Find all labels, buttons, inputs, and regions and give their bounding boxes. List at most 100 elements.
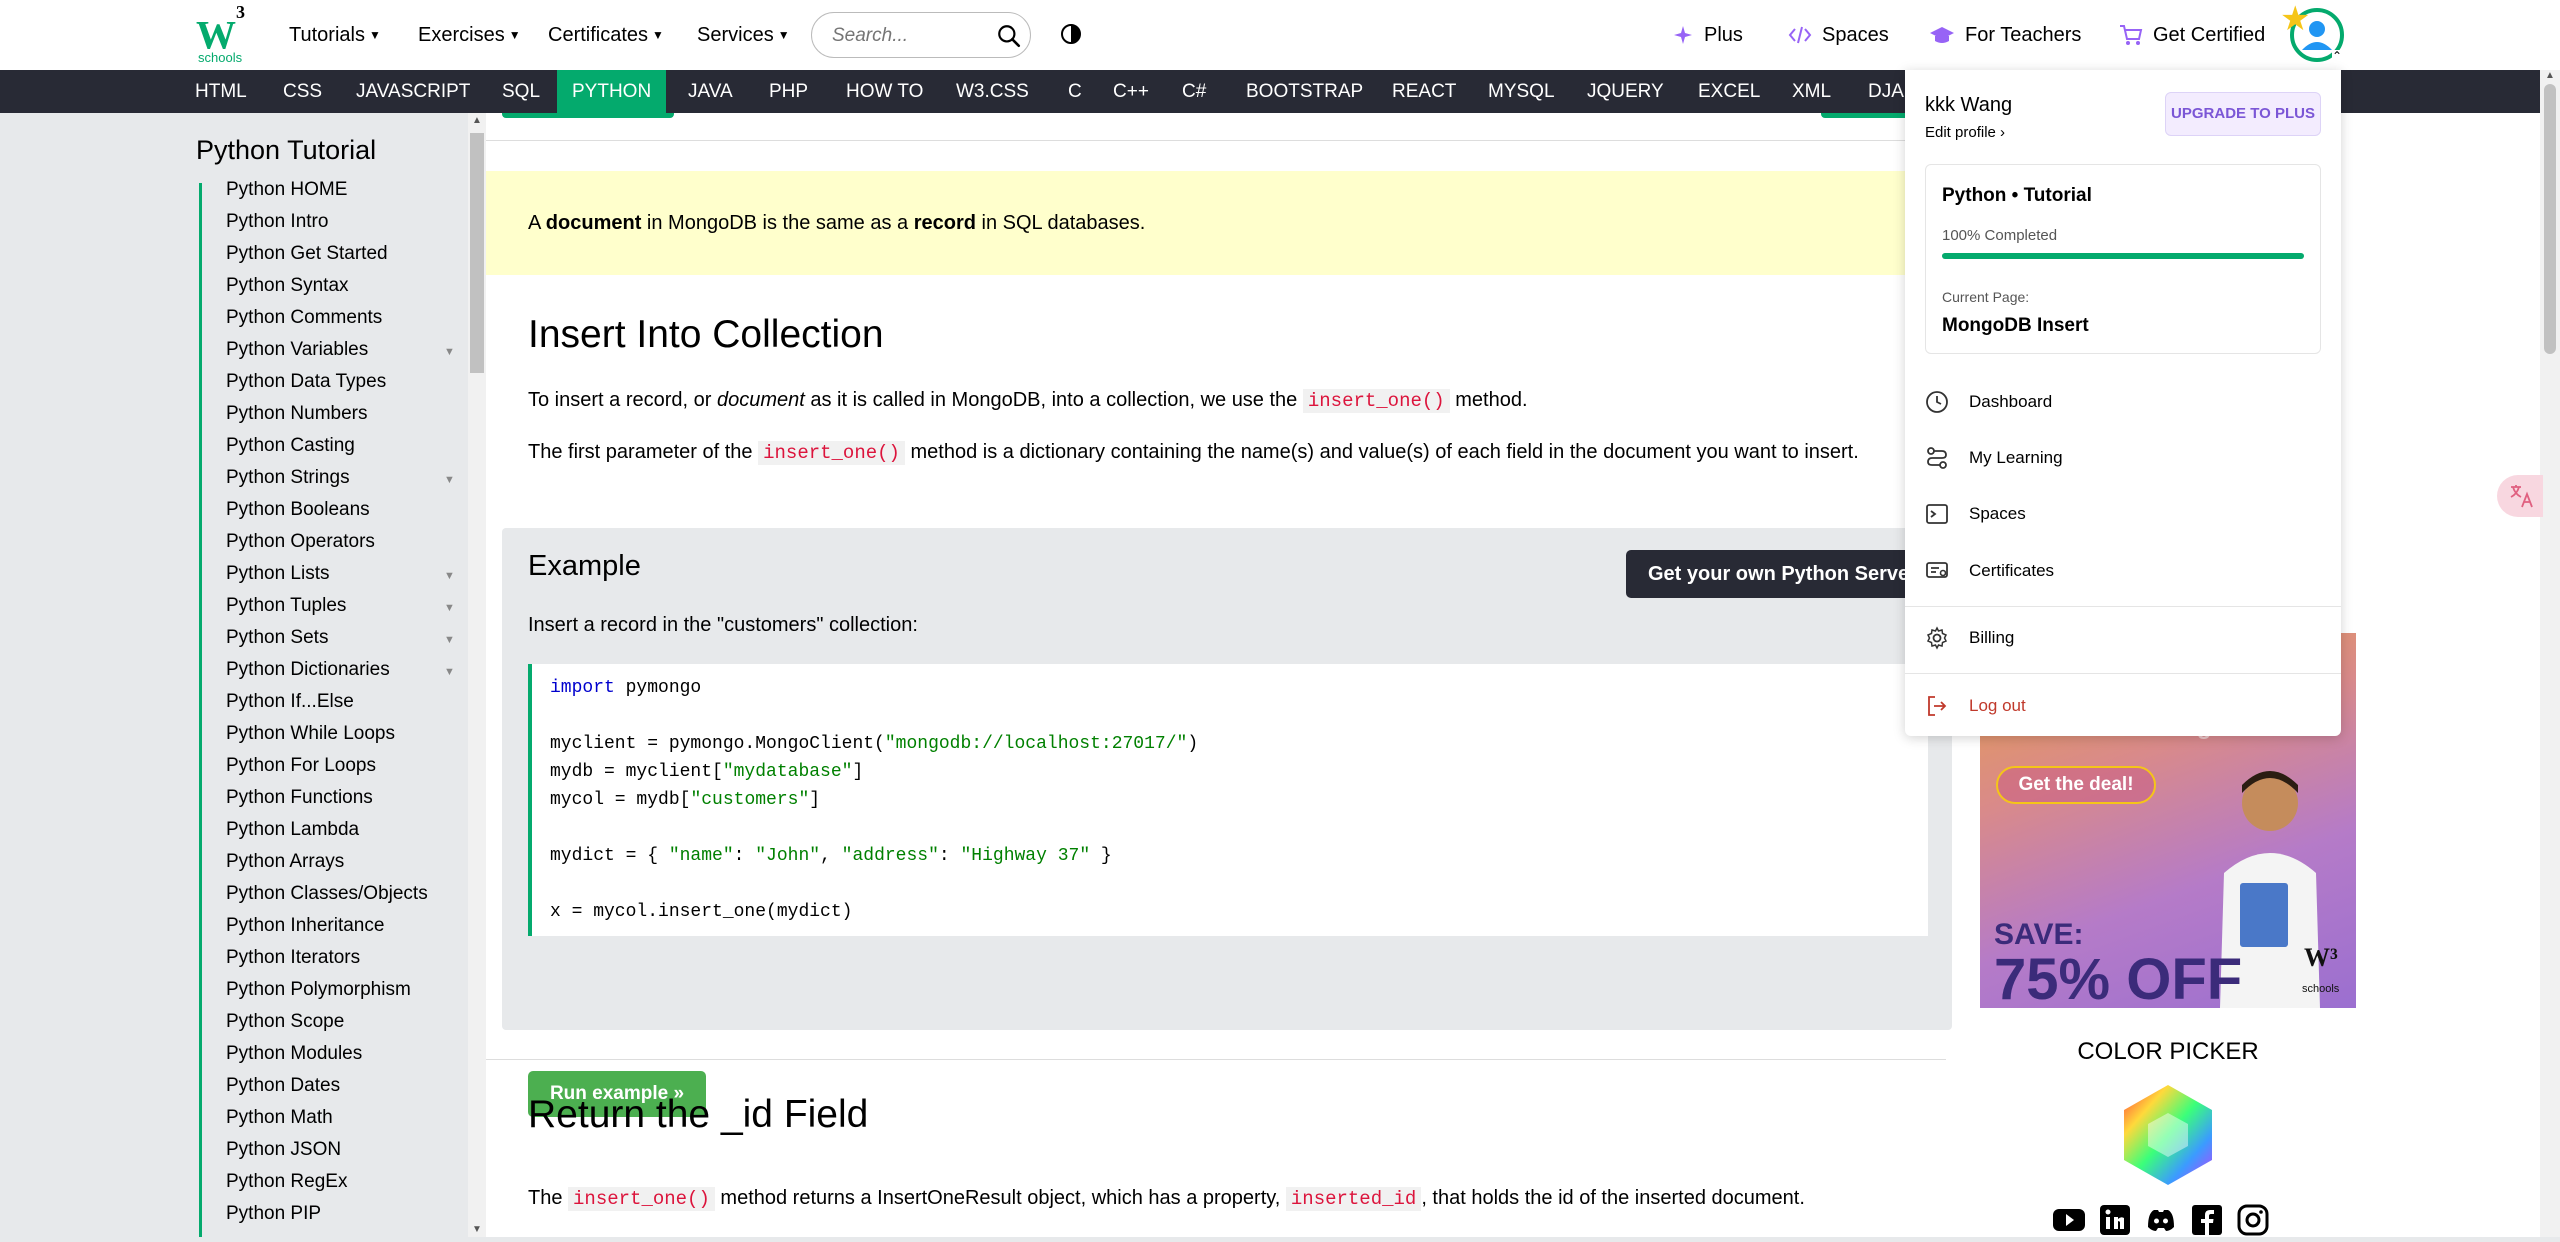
sidebar-item[interactable]: Python RegEx <box>226 1171 347 1193</box>
upgrade-to-plus-button[interactable]: UPGRADE TO PLUS <box>2165 92 2321 136</box>
sidebar-item[interactable]: Python Iterators <box>226 947 360 969</box>
sidebar-item[interactable]: Python Modules <box>226 1043 362 1065</box>
page-scrollbar[interactable]: ▲ <box>2540 70 2560 1237</box>
expand-arrow-icon[interactable]: ▼ <box>444 346 455 358</box>
subject-csharp[interactable]: C# <box>1167 70 1221 113</box>
nav-spaces[interactable]: Spaces <box>1788 0 1889 70</box>
nav-for-teachers[interactable]: For Teachers <box>1929 0 2081 70</box>
user-name: kkk Wang <box>1925 94 2013 116</box>
subject-javascript[interactable]: JAVASCRIPT <box>341 70 485 113</box>
instagram-icon[interactable] <box>2236 1203 2270 1237</box>
subject-how-to[interactable]: HOW TO <box>831 70 938 113</box>
text: The first parameter of the <box>528 441 759 463</box>
sidebar-item[interactable]: Python Math <box>226 1107 333 1129</box>
subject-c[interactable]: C <box>1053 70 1097 113</box>
subject-xml[interactable]: XML <box>1777 70 1846 113</box>
page-scroll-up-arrow-icon[interactable]: ▲ <box>2545 70 2555 81</box>
sidebar-item[interactable]: Python If...Else <box>226 691 354 713</box>
sidebar-item[interactable]: Python Data Types <box>226 371 386 393</box>
sidebar-item[interactable]: Python Inheritance <box>226 915 384 937</box>
expand-arrow-icon[interactable]: ▼ <box>444 570 455 582</box>
sidebar-item[interactable]: Python Numbers <box>226 403 368 425</box>
sidebar-item[interactable]: Python Lambda <box>226 819 359 841</box>
subject-sql[interactable]: SQL <box>487 70 555 113</box>
nav-plus[interactable]: Plus <box>1672 0 1743 70</box>
sidebar-item[interactable]: Python Variables <box>226 339 368 361</box>
sidebar-item[interactable]: Python Syntax <box>226 275 349 297</box>
scroll-up-arrow-icon[interactable]: ▲ <box>472 115 482 126</box>
translate-button[interactable] <box>2497 475 2543 517</box>
sidebar-item[interactable]: Python JSON <box>226 1139 341 1161</box>
subject-cpp[interactable]: C++ <box>1098 70 1164 113</box>
sidebar-item[interactable]: Python Strings <box>226 467 350 489</box>
nav-exercises[interactable]: Exercises ▼ <box>418 0 521 70</box>
expand-arrow-icon[interactable]: ▼ <box>444 634 455 646</box>
sidebar-item[interactable]: Python While Loops <box>226 723 395 745</box>
discord-icon[interactable] <box>2144 1203 2178 1237</box>
sidebar-item[interactable]: Python Tuples <box>226 595 346 617</box>
dark-mode-toggle-icon[interactable] <box>1060 23 1082 45</box>
sidebar-item[interactable]: Python Casting <box>226 435 355 457</box>
course-progress-card[interactable]: Python • Tutorial 100% Completed Current… <box>1925 164 2321 354</box>
page-scroll-thumb[interactable] <box>2544 84 2556 354</box>
sidebar-scrollbar[interactable]: ▲ ▼ <box>468 113 486 1237</box>
divider <box>486 1059 1946 1060</box>
expand-arrow-icon[interactable]: ▼ <box>444 602 455 614</box>
user-avatar-button[interactable]: ★ ⌃ <box>2280 2 2344 62</box>
subject-w3css[interactable]: W3.CSS <box>941 70 1044 113</box>
sidebar-item[interactable]: Python Polymorphism <box>226 979 411 1001</box>
subject-css[interactable]: CSS <box>268 70 337 113</box>
sidebar-item[interactable]: Python For Loops <box>226 755 376 777</box>
subject-python[interactable]: PYTHON <box>557 70 667 113</box>
sidebar-item[interactable]: Python PIP <box>226 1203 321 1225</box>
nav-services[interactable]: Services ▼ <box>697 0 790 70</box>
color-picker-hexagon-icon[interactable] <box>2116 1083 2220 1187</box>
sidebar-item[interactable]: Python Sets <box>226 627 328 649</box>
code-text: ) <box>1187 734 1199 754</box>
sidebar-item[interactable]: Python Scope <box>226 1011 344 1033</box>
sidebar-item[interactable]: Python Arrays <box>226 851 344 873</box>
subject-php[interactable]: PHP <box>754 70 823 113</box>
linkedin-icon[interactable] <box>2098 1203 2132 1237</box>
edit-profile-link[interactable]: Edit profile › <box>1925 124 2005 141</box>
search-icon[interactable] <box>996 23 1022 49</box>
sidebar-item[interactable]: Python Booleans <box>226 499 370 521</box>
youtube-icon[interactable] <box>2052 1203 2086 1237</box>
nav-get-certified[interactable]: Get Certified <box>2119 0 2265 70</box>
ad-logo: W³ <box>2304 943 2338 972</box>
search-input[interactable] <box>830 22 984 50</box>
nav-tutorials[interactable]: Tutorials ▼ <box>289 0 381 70</box>
text: , that holds the id of the inserted docu… <box>1421 1187 1805 1209</box>
sidebar-item[interactable]: Python Intro <box>226 211 328 233</box>
progress-bar <box>1942 253 2304 259</box>
code-line: x = mycol.insert_one(mydict) <box>550 902 852 922</box>
subject-excel[interactable]: EXCEL <box>1683 70 1775 113</box>
subject-bootstrap[interactable]: BOOTSTRAP <box>1231 70 1378 113</box>
sidebar-item[interactable]: Python Functions <box>226 787 373 809</box>
subject-html[interactable]: HTML <box>180 70 262 113</box>
sidebar-item[interactable]: Python Dates <box>226 1075 340 1097</box>
get-the-deal-button[interactable]: Get the deal! <box>1996 766 2156 804</box>
sidebar-item[interactable]: Python Operators <box>226 531 375 553</box>
nav-certificates[interactable]: Certificates ▼ <box>548 0 664 70</box>
expand-arrow-icon[interactable]: ▼ <box>444 666 455 678</box>
sidebar-item[interactable]: Python Lists <box>226 563 330 585</box>
w3schools-logo[interactable]: W3 schools <box>196 2 252 65</box>
sidebar-item[interactable]: Python Classes/Objects <box>226 883 428 905</box>
scroll-down-arrow-icon[interactable]: ▼ <box>472 1224 482 1235</box>
expand-arrow-icon[interactable]: ▼ <box>444 474 455 486</box>
code-text: pymongo <box>614 678 702 698</box>
gear-icon <box>1926 626 1948 650</box>
subject-mysql[interactable]: MYSQL <box>1473 70 1570 113</box>
sidebar-item[interactable]: Python Comments <box>226 307 382 329</box>
sidebar-scroll-thumb[interactable] <box>470 133 484 373</box>
prev-button-edge[interactable] <box>502 113 674 118</box>
sidebar-item[interactable]: Python HOME <box>226 179 347 201</box>
inline-code: inserted_id <box>1285 1187 1422 1211</box>
subject-java[interactable]: JAVA <box>673 70 748 113</box>
subject-jquery[interactable]: JQUERY <box>1572 70 1679 113</box>
sidebar-item[interactable]: Python Get Started <box>226 243 388 265</box>
facebook-icon[interactable] <box>2190 1203 2224 1237</box>
sidebar-item[interactable]: Python Dictionaries <box>226 659 390 681</box>
subject-react[interactable]: REACT <box>1377 70 1471 113</box>
